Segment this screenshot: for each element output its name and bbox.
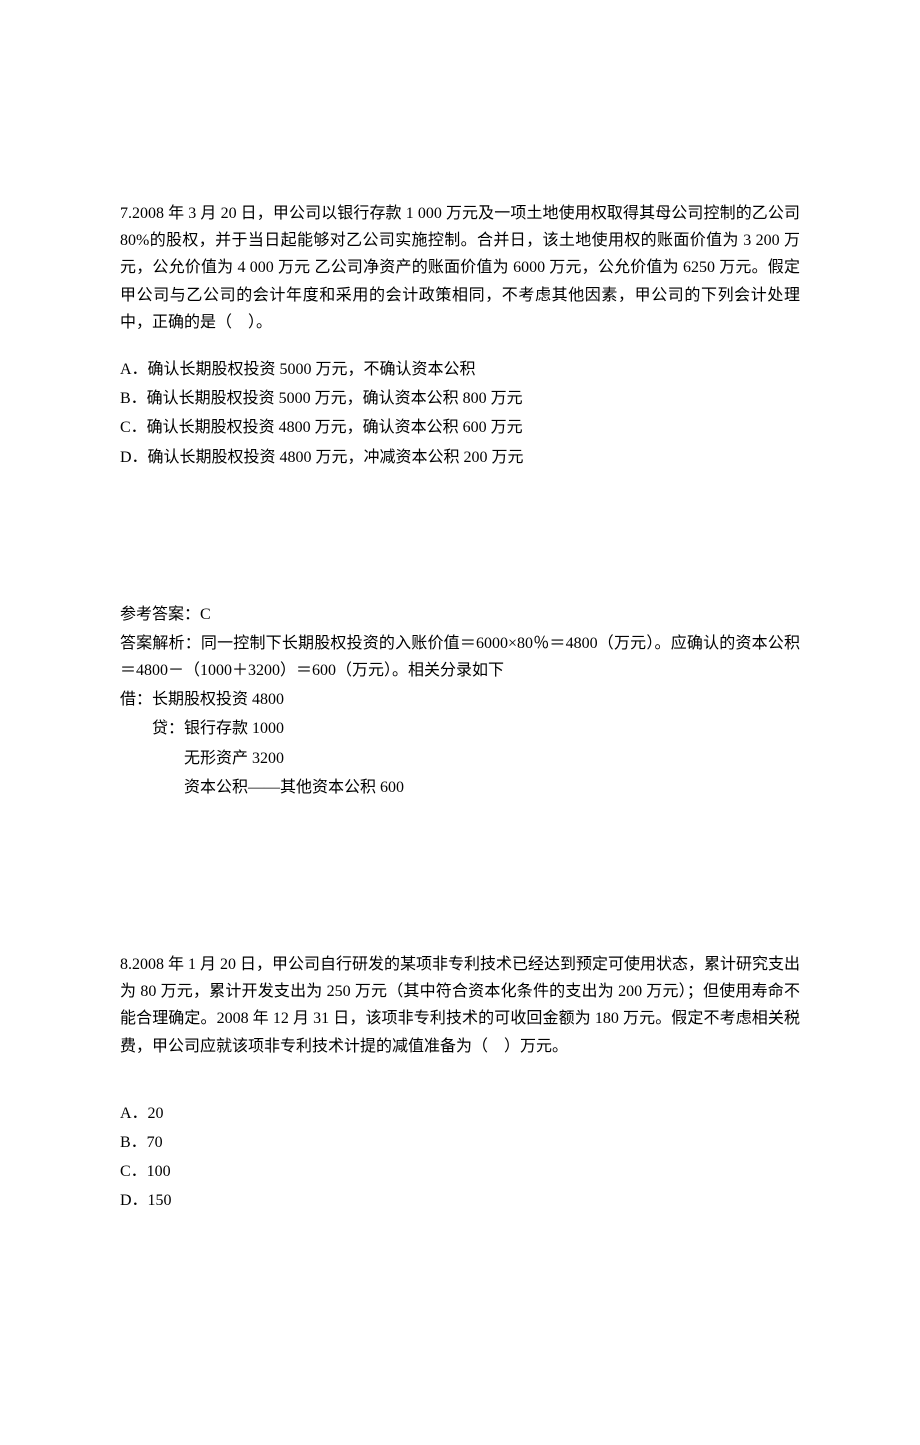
option-a: A．确认长期股权投资 5000 万元，不确认资本公积: [120, 356, 800, 383]
journal-credit-3: 资本公积——其他资本公积 600: [120, 774, 800, 801]
answer-explain: 答案解析：同一控制下长期股权投资的入账价值＝6000×80％＝4800（万元）。…: [120, 630, 800, 684]
answer-7: 参考答案：C 答案解析：同一控制下长期股权投资的入账价值＝6000×80％＝48…: [120, 601, 800, 801]
question-7: 7.2008 年 3 月 20 日，甲公司以银行存款 1 000 万元及一项土地…: [120, 200, 800, 801]
journal-debit: 借：长期股权投资 4800: [120, 686, 800, 713]
question-7-options: A．确认长期股权投资 5000 万元，不确认资本公积 B．确认长期股权投资 50…: [120, 356, 800, 471]
option-d: D．确认长期股权投资 4800 万元，冲减资本公积 200 万元: [120, 444, 800, 471]
question-8: 8.2008 年 1 月 20 日，甲公司自行研发的某项非专利技术已经达到预定可…: [120, 951, 800, 1215]
question-7-text: 7.2008 年 3 月 20 日，甲公司以银行存款 1 000 万元及一项土地…: [120, 200, 800, 336]
journal-credit-2: 无形资产 3200: [120, 745, 800, 772]
option-c: C．确认长期股权投资 4800 万元，确认资本公积 600 万元: [120, 414, 800, 441]
option-b: B．70: [120, 1129, 800, 1156]
answer-label: 参考答案：C: [120, 601, 800, 628]
option-c: C．100: [120, 1158, 800, 1185]
question-8-text: 8.2008 年 1 月 20 日，甲公司自行研发的某项非专利技术已经达到预定可…: [120, 951, 800, 1060]
option-d: D．150: [120, 1187, 800, 1214]
page: 7.2008 年 3 月 20 日，甲公司以银行存款 1 000 万元及一项土地…: [0, 0, 920, 1445]
option-a: A．20: [120, 1100, 800, 1127]
question-8-options: A．20 B．70 C．100 D．150: [120, 1100, 800, 1215]
journal-credit-1: 贷：银行存款 1000: [120, 715, 800, 742]
option-b: B．确认长期股权投资 5000 万元，确认资本公积 800 万元: [120, 385, 800, 412]
